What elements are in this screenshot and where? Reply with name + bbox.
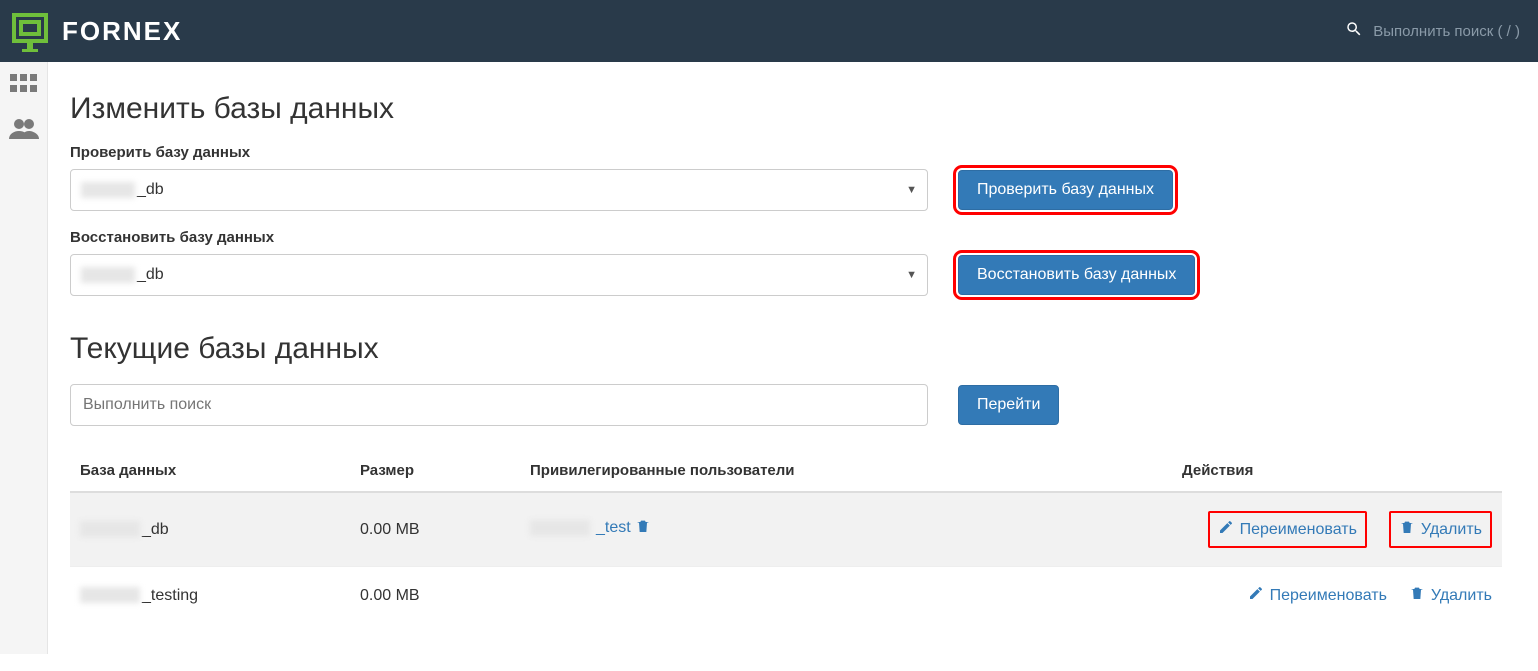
logo-icon <box>8 9 52 53</box>
chevron-down-icon: ▼ <box>906 184 917 196</box>
global-search[interactable]: Выполнить поиск ( / ) <box>1345 20 1538 43</box>
delete-button[interactable]: Удалить <box>1409 585 1492 606</box>
page-title: Изменить базы данных <box>70 92 1502 126</box>
col-database: База данных <box>70 450 350 492</box>
global-search-placeholder: Выполнить поиск ( / ) <box>1373 23 1520 40</box>
repair-db-button[interactable]: Восстановить базу данных <box>958 255 1195 295</box>
col-actions: Действия <box>1182 450 1502 492</box>
repair-db-section: Восстановить базу данных _db ▼ Восстанов… <box>70 229 1502 296</box>
logo[interactable]: FORNEX <box>8 9 182 53</box>
chevron-down-icon: ▼ <box>906 269 917 281</box>
repair-db-label: Восстановить базу данных <box>70 229 1502 246</box>
rename-button[interactable]: Переименовать <box>1248 585 1387 606</box>
rename-button[interactable]: Переименовать <box>1208 511 1367 548</box>
pencil-icon <box>1218 519 1234 540</box>
delete-button[interactable]: Удалить <box>1389 511 1492 548</box>
current-databases-title: Текущие базы данных <box>70 332 1502 366</box>
col-users: Привилегированные пользователи <box>520 450 1182 492</box>
trash-icon[interactable] <box>635 518 651 539</box>
pencil-icon <box>1248 585 1264 606</box>
user-link[interactable]: _test <box>530 518 651 539</box>
search-input[interactable] <box>70 384 928 426</box>
col-size: Размер <box>350 450 520 492</box>
check-db-label: Проверить базу данных <box>70 144 1502 161</box>
check-db-select[interactable]: _db ▼ <box>70 169 928 211</box>
trash-icon <box>1399 519 1415 540</box>
repair-db-select[interactable]: _db ▼ <box>70 254 928 296</box>
brand-name: FORNEX <box>62 16 182 47</box>
table-row: _testing 0.00 MB Переименовать Удалить <box>70 567 1502 625</box>
go-button[interactable]: Перейти <box>958 385 1059 425</box>
check-db-button[interactable]: Проверить базу данных <box>958 170 1173 210</box>
check-db-section: Проверить базу данных _db ▼ Проверить ба… <box>70 144 1502 211</box>
databases-table: База данных Размер Привилегированные пол… <box>70 450 1502 624</box>
topbar: FORNEX Выполнить поиск ( / ) <box>0 0 1538 62</box>
table-row: _db 0.00 MB _test <box>70 492 1502 567</box>
sidebar <box>0 62 48 654</box>
users-icon[interactable] <box>9 117 39 144</box>
trash-icon <box>1409 585 1425 606</box>
search-icon <box>1345 20 1363 43</box>
apps-icon[interactable] <box>10 74 38 99</box>
